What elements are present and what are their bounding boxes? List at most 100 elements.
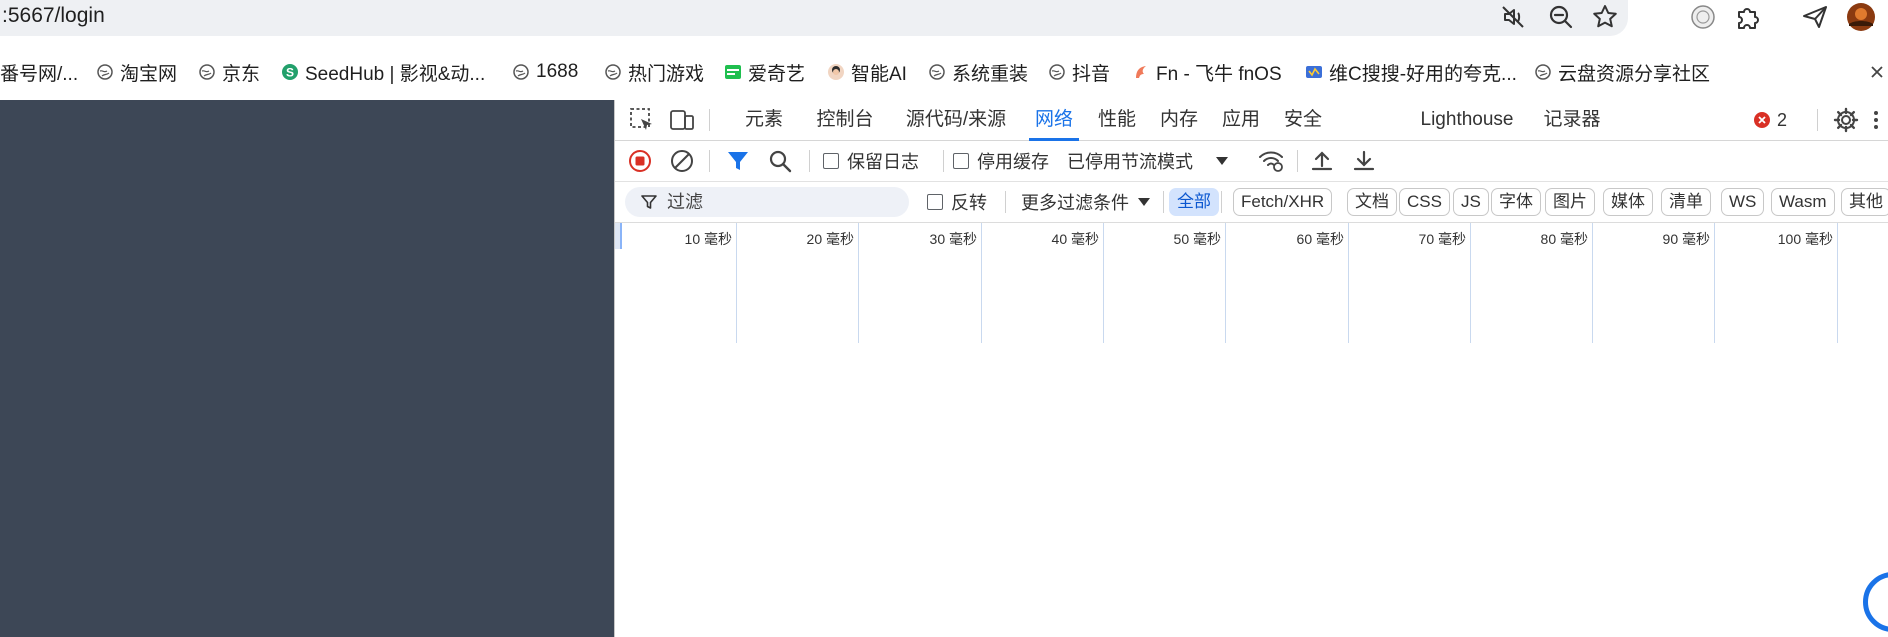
type-filter-fetch-xhr[interactable]: Fetch/XHR [1233, 188, 1333, 216]
globe-icon [513, 64, 529, 80]
svg-text:S: S [286, 66, 294, 80]
url-text[interactable]: :5667/login [2, 4, 105, 28]
settings-gear-icon[interactable] [1831, 105, 1861, 135]
divider [943, 150, 944, 172]
filter-input[interactable] [667, 191, 897, 213]
bookmark-item[interactable]: 云盘资源分享社区 [1534, 58, 1710, 86]
throttling-select[interactable]: 已停用节流模式 [1067, 141, 1229, 181]
fnos-logo-icon [1136, 66, 1146, 78]
bookmark-item[interactable]: 系统重装 [928, 58, 1028, 86]
tab-sources[interactable]: 源代码/来源 [897, 100, 1015, 140]
import-har-upload-icon[interactable] [1309, 148, 1335, 174]
type-filter-manifest[interactable]: 清单 [1661, 188, 1711, 216]
timeline-tick: 90 毫秒 [1593, 223, 1715, 343]
error-icon [1754, 112, 1770, 128]
clear-icon[interactable] [669, 148, 695, 174]
tab-security[interactable]: 安全 [1279, 100, 1327, 140]
type-filter-ws[interactable]: WS [1721, 188, 1765, 216]
type-filter-img[interactable]: 图片 [1545, 188, 1595, 216]
bookmark-label: 抖音 [1072, 63, 1111, 85]
checkbox-box[interactable] [953, 153, 969, 169]
type-filter-doc[interactable]: 文档 [1347, 188, 1397, 216]
bookmark-label: Fn - 飞牛 fnOS [1156, 63, 1282, 85]
throttling-value: 已停用节流模式 [1067, 152, 1193, 172]
tab-elements[interactable]: 元素 [735, 100, 793, 140]
tab-recorder[interactable]: 记录器 [1541, 100, 1603, 140]
bookmark-overflow-icon[interactable] [1868, 58, 1886, 86]
type-filter-font[interactable]: 字体 [1491, 188, 1541, 216]
invert-checkbox[interactable]: 反转 [927, 182, 987, 222]
error-count: 2 [1777, 109, 1788, 130]
inspect-element-icon[interactable] [627, 105, 657, 135]
tab-lighthouse[interactable]: Lighthouse [1413, 100, 1521, 140]
preserve-log-label: 保留日志 [847, 152, 919, 172]
bookmark-item[interactable]: 维C搜搜-好用的夸克... [1305, 58, 1517, 86]
extension-badge-icon[interactable] [1688, 2, 1718, 32]
dropdown-arrow-icon [1138, 198, 1150, 206]
filter-funnel-icon[interactable] [725, 148, 751, 174]
type-filter-other[interactable]: 其他 [1841, 188, 1888, 216]
globe-icon [605, 64, 621, 80]
muted-speaker-icon[interactable] [1498, 2, 1528, 32]
divider [1221, 191, 1222, 213]
record-stop-icon[interactable] [627, 148, 653, 174]
vc-logo-icon [1306, 66, 1322, 78]
bookmark-item[interactable]: Fn - 飞牛 fnOS [1132, 58, 1282, 86]
type-filter-js[interactable]: JS [1453, 188, 1489, 216]
timeline-tick: 20 毫秒 [737, 223, 859, 343]
omnibox[interactable]: :5667/login [0, 0, 1628, 36]
timeline-tick: 80 毫秒 [1471, 223, 1593, 343]
divider [1817, 109, 1818, 131]
globe-icon [1535, 64, 1551, 80]
bookmark-item[interactable]: S SeedHub | 影视&动... [281, 58, 485, 86]
disable-cache-checkbox[interactable]: 停用缓存 [953, 141, 1049, 181]
type-filter-media[interactable]: 媒体 [1603, 188, 1653, 216]
devtools-tab-strip: 元素 控制台 源代码/来源 网络 性能 内存 应用 安全 Lighthouse … [615, 100, 1888, 141]
bookmark-item[interactable]: 热门游戏 [604, 58, 704, 86]
more-filters-dropdown[interactable]: 更多过滤条件 [1021, 182, 1151, 222]
tick-label: 70 毫秒 [1418, 231, 1466, 247]
request-list-empty [615, 343, 1888, 637]
divider [809, 150, 810, 172]
type-filter-css[interactable]: CSS [1399, 188, 1450, 216]
network-conditions-icon[interactable] [1257, 148, 1285, 174]
bookmark-item[interactable]: 京东 [198, 58, 260, 86]
tick-label: 100 毫秒 [1777, 231, 1833, 247]
divider [1005, 191, 1006, 213]
tab-network[interactable]: 网络 [1029, 100, 1079, 141]
bookmark-item[interactable]: 抖音 [1048, 58, 1110, 86]
globe-icon [97, 64, 113, 80]
type-filter-all[interactable]: 全部 [1169, 188, 1219, 216]
device-toolbar-icon[interactable] [667, 105, 697, 135]
network-overview-timeline[interactable]: 10 毫秒 20 毫秒 30 毫秒 40 毫秒 50 毫秒 60 毫秒 70 毫… [615, 222, 1888, 344]
search-icon[interactable] [767, 148, 793, 174]
checkbox-box[interactable] [927, 194, 943, 210]
bookmark-item[interactable]: 爱奇艺 [724, 58, 805, 86]
bookmark-item[interactable]: 番号网/... [0, 58, 78, 86]
export-har-download-icon[interactable] [1351, 148, 1377, 174]
network-filter-bar: 反转 更多过滤条件 全部 Fetch/XHR 文档 CSS JS 字体 图片 媒… [615, 182, 1888, 222]
zoom-out-icon[interactable] [1546, 2, 1576, 32]
extensions-puzzle-icon[interactable] [1733, 2, 1763, 32]
globe-icon [199, 64, 215, 80]
tab-console[interactable]: 控制台 [807, 100, 883, 140]
checkbox-box[interactable] [823, 153, 839, 169]
type-filter-wasm[interactable]: Wasm [1771, 188, 1835, 216]
send-icon[interactable] [1800, 2, 1830, 32]
tab-application[interactable]: 应用 [1217, 100, 1265, 140]
bookmark-item[interactable]: 1688 [512, 58, 578, 86]
bookmark-item[interactable]: 智能AI [827, 58, 907, 86]
bookmark-star-icon[interactable] [1590, 2, 1620, 32]
avatar-icon [828, 64, 844, 80]
more-options-icon[interactable] [1869, 105, 1883, 135]
tab-performance[interactable]: 性能 [1093, 100, 1141, 140]
bookmark-label: 番号网/... [0, 63, 79, 85]
preserve-log-checkbox[interactable]: 保留日志 [823, 141, 919, 181]
profile-avatar[interactable] [1846, 2, 1876, 32]
filter-box[interactable] [625, 187, 909, 217]
bookmark-item[interactable]: 淘宝网 [96, 58, 177, 86]
bookmark-label: 智能AI [851, 63, 907, 85]
address-bar: :5667/login [0, 0, 1888, 36]
tab-memory[interactable]: 内存 [1155, 100, 1203, 140]
error-counter[interactable]: 2 [1753, 100, 1787, 140]
